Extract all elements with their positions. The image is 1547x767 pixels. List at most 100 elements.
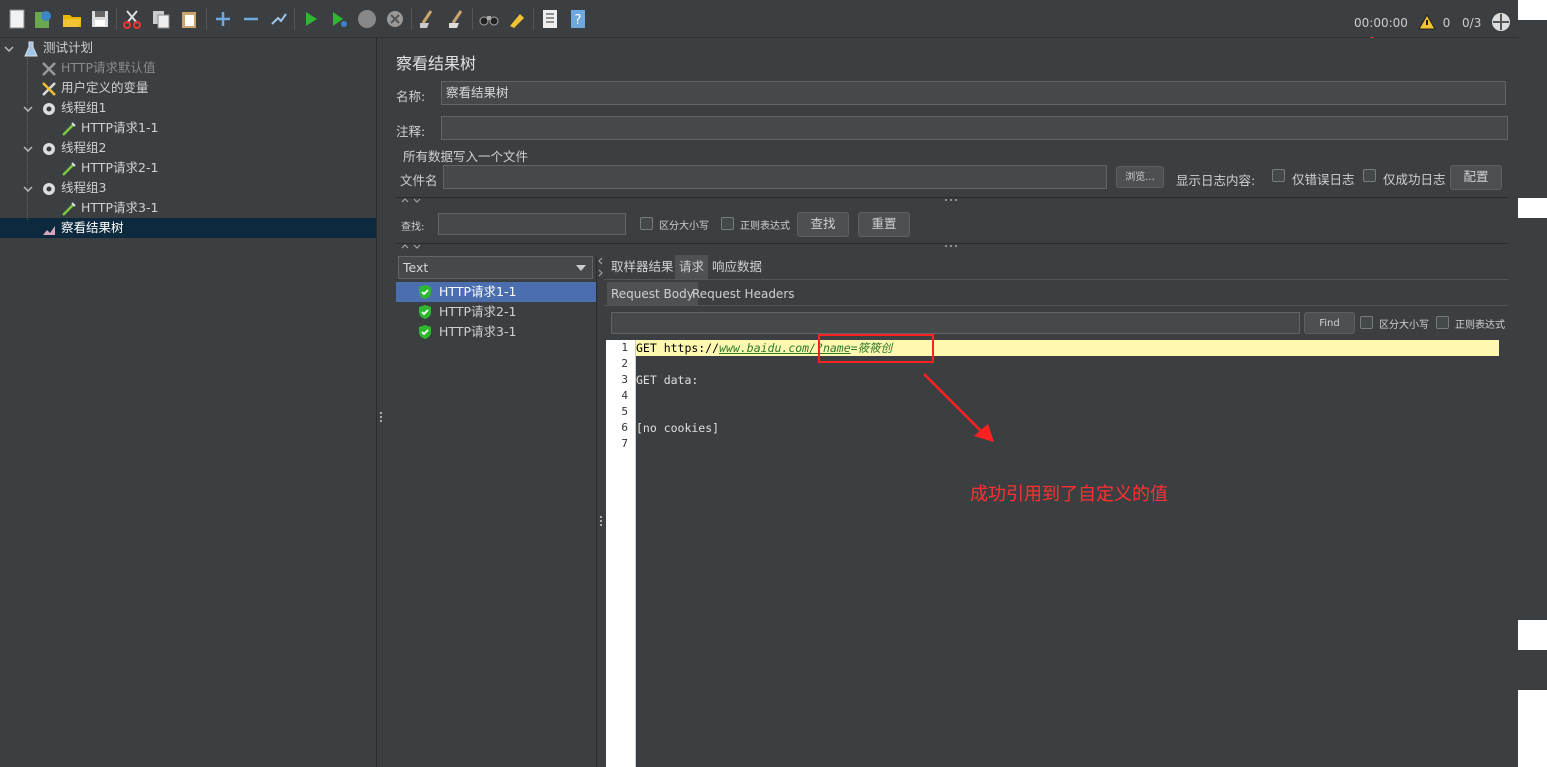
tab-request-body[interactable]: Request Body [607, 282, 698, 306]
page-title: 察看结果树 [396, 54, 477, 73]
tree-item-thread-group-2[interactable]: 线程组2 [40, 138, 106, 158]
gear-icon [40, 100, 58, 118]
wrench-icon [40, 60, 58, 78]
gear-icon [40, 180, 58, 198]
save-icon[interactable] [89, 8, 111, 30]
name-label: 名称: [396, 89, 426, 104]
stop-icon[interactable] [356, 8, 378, 30]
success-only-label: 仅成功日志 [1383, 172, 1446, 187]
name-field[interactable]: 察看结果树 [441, 81, 1506, 105]
open-icon[interactable] [61, 8, 83, 30]
paste-icon[interactable] [178, 8, 200, 30]
copy-icon[interactable] [150, 8, 172, 30]
cut-icon[interactable] [121, 8, 143, 30]
tab-sampler-result[interactable]: 取样器结果 [607, 255, 678, 279]
tree-item-user-vars[interactable]: 用户定义的变量 [40, 78, 149, 98]
tree-item-http-request-1-1[interactable]: HTTP请求1-1 [60, 118, 158, 138]
find-button[interactable]: 查找 [797, 212, 849, 237]
reset-button[interactable]: 重置 [858, 212, 910, 237]
svg-text:?: ? [575, 13, 582, 28]
remote-icon[interactable] [1491, 12, 1511, 35]
code-line-6: [no cookies] [636, 421, 720, 435]
test-plan-tree: 测试计划 HTTP请求默认值 用户定义的变量 线程组1 HTTP请求1-1 线程… [0, 38, 377, 767]
warning-icon[interactable] [1417, 13, 1436, 33]
tree-item-test-plan[interactable]: 测试计划 [22, 38, 93, 58]
collapse-icon[interactable] [240, 8, 262, 30]
split-divider[interactable] [377, 38, 385, 767]
comment-field[interactable] [441, 116, 1508, 140]
tab-request-headers[interactable]: Request Headers [688, 282, 799, 306]
reset-search-icon[interactable] [506, 8, 528, 30]
shutdown-icon[interactable] [384, 8, 406, 30]
templates-icon[interactable] [32, 8, 54, 30]
line-number-gutter: 1 2 3 4 5 6 7 [606, 340, 636, 767]
pipette-icon [60, 200, 78, 218]
collapse-toggle[interactable] [23, 143, 33, 153]
pipette-icon [60, 160, 78, 178]
case-sensitive-checkbox[interactable] [640, 217, 653, 230]
annotation-highlight-box [818, 334, 934, 363]
background-window-edge [1518, 0, 1547, 767]
list-item[interactable]: HTTP请求1-1 [396, 282, 596, 302]
comment-label: 注释: [396, 124, 426, 139]
search-label: 查找: [401, 222, 425, 233]
toggle-icon[interactable] [268, 8, 290, 30]
function-helper-icon[interactable] [539, 8, 561, 30]
tree-item-view-results-tree[interactable]: 察看结果树 [40, 218, 124, 238]
start-no-pause-icon[interactable] [328, 8, 350, 30]
clear-all-icon[interactable] [446, 8, 468, 30]
browse-button[interactable]: 浏览... [1116, 166, 1164, 188]
tree-item-http-request-3-1[interactable]: HTTP请求3-1 [60, 198, 158, 218]
success-shield-icon [418, 324, 432, 346]
list-item[interactable]: HTTP请求2-1 [396, 302, 596, 322]
toolbar: ? 00:00:00 0 0/3 [0, 0, 1518, 51]
body-search-input[interactable] [611, 312, 1300, 334]
search-icon[interactable] [478, 8, 500, 30]
collapse-toggle[interactable] [4, 43, 14, 53]
help-icon[interactable]: ? [567, 8, 589, 30]
body-case-sensitive-label: 区分大小写 [1379, 320, 1429, 331]
file-name-field[interactable] [443, 165, 1107, 189]
renderer-select[interactable]: Text [398, 256, 593, 279]
new-icon[interactable] [6, 8, 28, 30]
errors-only-checkbox[interactable] [1272, 169, 1285, 182]
expand-icon[interactable] [212, 8, 234, 30]
success-only-checkbox[interactable] [1363, 169, 1376, 182]
regex-label: 正则表达式 [740, 221, 790, 232]
errors-only-label: 仅错误日志 [1292, 172, 1355, 187]
tree-item-http-defaults[interactable]: HTTP请求默认值 [40, 58, 156, 78]
body-regex-checkbox[interactable] [1436, 316, 1449, 329]
code-line-1: GET https://www.baidu.com/?name=筱筱创 [636, 340, 1499, 356]
splitter-middle[interactable] [396, 243, 1508, 249]
wrench-icon [40, 80, 58, 98]
search-input[interactable] [438, 213, 626, 235]
chart-icon [40, 220, 58, 238]
body-find-button[interactable]: Find [1304, 312, 1355, 334]
tab-response-data[interactable]: 响应数据 [708, 255, 766, 279]
regex-checkbox[interactable] [721, 217, 734, 230]
splitter-top[interactable] [396, 197, 1508, 203]
start-icon[interactable] [300, 8, 322, 30]
flask-icon [22, 40, 40, 58]
results-divider[interactable] [596, 256, 604, 767]
list-item[interactable]: HTTP请求3-1 [396, 322, 596, 342]
tree-item-thread-group-3[interactable]: 线程组3 [40, 178, 106, 198]
tab-request[interactable]: 请求 [675, 255, 709, 279]
collapse-toggle[interactable] [23, 183, 33, 193]
body-case-sensitive-checkbox[interactable] [1360, 316, 1373, 329]
tree-item-http-request-2-1[interactable]: HTTP请求2-1 [60, 158, 158, 178]
configure-button[interactable]: 配置 [1450, 165, 1502, 190]
tree-item-thread-group-1[interactable]: 线程组1 [40, 98, 106, 118]
request-body-editor[interactable]: 1 2 3 4 5 6 7 GET https://www.baidu.com/… [606, 340, 1499, 767]
file-section-title: 所有数据写入一个文件 [403, 149, 529, 164]
annotation-text: 成功引用到了自定义的值 [970, 484, 1168, 505]
thread-count: 0/3 [1462, 16, 1482, 30]
body-regex-label: 正则表达式 [1455, 320, 1505, 331]
collapse-toggle[interactable] [23, 103, 33, 113]
warning-count: 0 [1442, 16, 1451, 30]
code-line-3: GET data: [636, 373, 699, 387]
clear-icon[interactable] [417, 8, 439, 30]
case-sensitive-label: 区分大小写 [659, 221, 709, 232]
timer: 00:00:00 [1354, 16, 1408, 30]
log-display-label: 显示日志内容: [1176, 173, 1256, 188]
